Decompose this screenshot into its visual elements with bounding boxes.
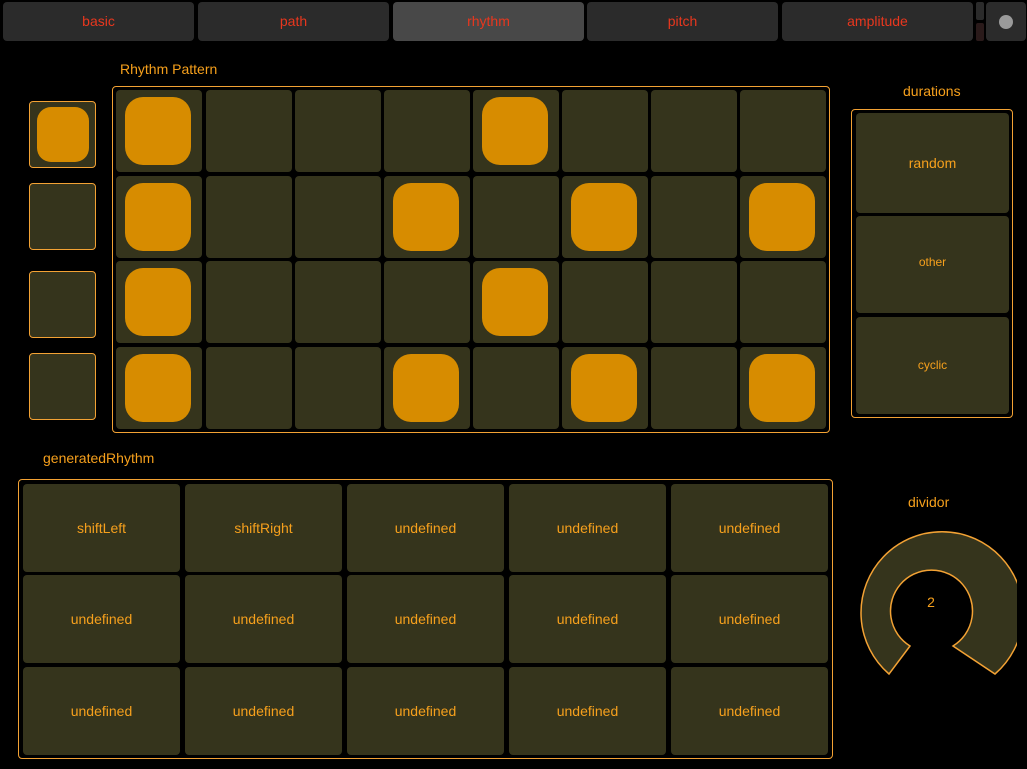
tab-scroll-down[interactable] — [976, 23, 984, 41]
generated-rhythm-button[interactable]: undefined — [23, 667, 180, 755]
rhythm-step-r2-c3[interactable] — [295, 176, 381, 258]
dividor-value: 2 — [927, 594, 935, 610]
tab-pitch[interactable]: pitch — [587, 2, 778, 41]
rhythm-step-r2-c8[interactable] — [740, 176, 826, 258]
rhythm-step-r4-c6[interactable] — [562, 347, 648, 429]
rhythm-step-r4-c2[interactable] — [206, 347, 292, 429]
generated-rhythm-button[interactable]: undefined — [185, 575, 342, 663]
generated-rhythm-button[interactable]: shiftLeft — [23, 484, 180, 572]
step-on-indicator — [125, 268, 191, 336]
generated-rhythm-button[interactable]: undefined — [509, 575, 666, 663]
step-on-indicator — [749, 183, 815, 251]
tab-basic[interactable]: basic — [3, 2, 194, 41]
rhythm-step-r3-c6[interactable] — [562, 261, 648, 343]
toggle-on-indicator — [37, 107, 89, 162]
rhythm-step-r2-c7[interactable] — [651, 176, 737, 258]
rhythm-pattern-title: Rhythm Pattern — [120, 61, 218, 77]
step-on-indicator — [125, 183, 191, 251]
durations-cyclic-button[interactable]: cyclic — [856, 317, 1009, 414]
generated-rhythm-button[interactable]: undefined — [347, 484, 504, 572]
rhythm-step-r4-c7[interactable] — [651, 347, 737, 429]
dividor-title: dividor — [908, 494, 950, 510]
rhythm-step-r1-c1[interactable] — [116, 90, 202, 172]
row-toggle-2[interactable] — [29, 183, 96, 250]
generated-rhythm-button[interactable]: undefined — [671, 575, 828, 663]
generated-rhythm-button[interactable]: undefined — [671, 667, 828, 755]
generated-rhythm-button[interactable]: undefined — [509, 667, 666, 755]
rhythm-step-r4-c3[interactable] — [295, 347, 381, 429]
generated-rhythm-button[interactable]: undefined — [23, 575, 180, 663]
tab-amplitude[interactable]: amplitude — [782, 2, 973, 41]
rhythm-step-r1-c3[interactable] — [295, 90, 381, 172]
circle-icon — [999, 15, 1013, 29]
row-toggle-3[interactable] — [29, 271, 96, 338]
tab-bar: basic path rhythm pitch amplitude — [0, 0, 1027, 44]
tab-path[interactable]: path — [198, 2, 389, 41]
rhythm-step-r2-c6[interactable] — [562, 176, 648, 258]
rhythm-step-r4-c8[interactable] — [740, 347, 826, 429]
durations-other-button[interactable]: other — [856, 216, 1009, 313]
rhythm-step-r3-c5[interactable] — [473, 261, 559, 343]
generated-rhythm-button[interactable]: shiftRight — [185, 484, 342, 572]
rhythm-step-r1-c4[interactable] — [384, 90, 470, 172]
rhythm-step-r2-c2[interactable] — [206, 176, 292, 258]
generated-rhythm-button[interactable]: undefined — [671, 484, 828, 572]
rhythm-step-r2-c1[interactable] — [116, 176, 202, 258]
rhythm-step-r4-c1[interactable] — [116, 347, 202, 429]
durations-title: durations — [903, 83, 961, 99]
rhythm-step-r4-c4[interactable] — [384, 347, 470, 429]
row-toggle-4[interactable] — [29, 353, 96, 420]
step-on-indicator — [125, 354, 191, 422]
rhythm-step-r1-c8[interactable] — [740, 90, 826, 172]
rhythm-step-r1-c2[interactable] — [206, 90, 292, 172]
durations-random-button[interactable]: random — [856, 113, 1009, 213]
step-on-indicator — [749, 354, 815, 422]
rhythm-step-r1-c5[interactable] — [473, 90, 559, 172]
step-on-indicator — [482, 268, 548, 336]
settings-button[interactable] — [986, 2, 1026, 41]
generated-rhythm-button[interactable]: undefined — [509, 484, 666, 572]
step-on-indicator — [571, 354, 637, 422]
rhythm-step-r1-c6[interactable] — [562, 90, 648, 172]
rhythm-step-r4-c5[interactable] — [473, 347, 559, 429]
rhythm-step-r2-c5[interactable] — [473, 176, 559, 258]
step-on-indicator — [393, 354, 459, 422]
generated-rhythm-button[interactable]: undefined — [347, 667, 504, 755]
row-toggle-1[interactable] — [29, 101, 96, 168]
tab-rhythm[interactable]: rhythm — [393, 2, 584, 41]
rhythm-step-r3-c7[interactable] — [651, 261, 737, 343]
step-on-indicator — [482, 97, 548, 165]
generated-rhythm-button[interactable]: undefined — [347, 575, 504, 663]
rhythm-step-r1-c7[interactable] — [651, 90, 737, 172]
step-on-indicator — [125, 97, 191, 165]
rhythm-step-r3-c8[interactable] — [740, 261, 826, 343]
step-on-indicator — [393, 183, 459, 251]
generated-rhythm-title: generatedRhythm — [43, 450, 155, 466]
rhythm-step-r3-c4[interactable] — [384, 261, 470, 343]
generated-rhythm-button[interactable]: undefined — [185, 667, 342, 755]
rhythm-step-r2-c4[interactable] — [384, 176, 470, 258]
rhythm-step-r3-c2[interactable] — [206, 261, 292, 343]
rhythm-step-r3-c1[interactable] — [116, 261, 202, 343]
rhythm-step-r3-c3[interactable] — [295, 261, 381, 343]
tab-scroll-up[interactable] — [976, 2, 984, 20]
step-on-indicator — [571, 183, 637, 251]
